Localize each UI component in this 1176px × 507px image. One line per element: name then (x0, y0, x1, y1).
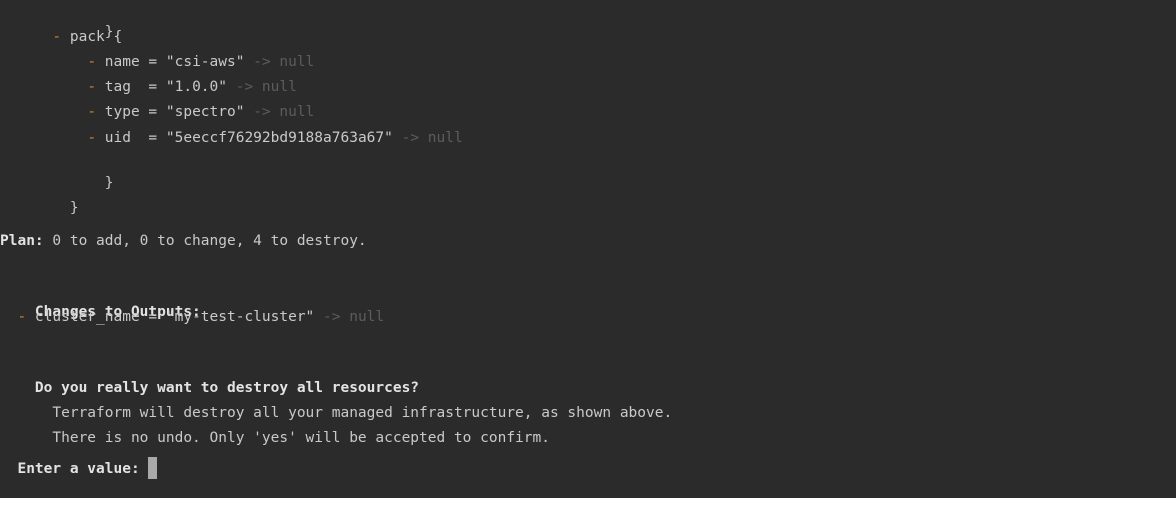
info-text: There is no undo. Only 'yes' will be acc… (34, 430, 550, 446)
terminal-window[interactable]: } - pack { - name = "csi-aws" -> null - … (0, 0, 1176, 498)
line-text: cluster_name = "my-test-cluster" (26, 309, 315, 325)
code-line: } (0, 153, 114, 191)
null-arrow: -> null (244, 54, 315, 70)
minus-marker: - (87, 130, 97, 146)
destroy-question: Do you really want to destroy all resour… (0, 358, 419, 396)
plan-summary: Plan: 0 to add, 0 to change, 4 to destro… (0, 231, 367, 251)
minus-marker: - (52, 29, 62, 45)
line-text: } (34, 200, 79, 216)
null-arrow: -> null (392, 130, 463, 146)
plan-label: Plan: (0, 233, 44, 249)
code-line: - uid = "5eeccf76292bd9188a763a67" -> nu… (0, 128, 463, 148)
info-line: There is no undo. Only 'yes' will be acc… (0, 408, 550, 446)
null-arrow: -> null (227, 79, 297, 95)
line-text: tag = "1.0.0" (96, 79, 227, 95)
code-line: - name = "csi-aws" -> null (0, 52, 314, 72)
minus-marker: - (87, 79, 97, 95)
null-arrow: -> null (244, 104, 315, 120)
output-line: - cluster_name = "my-test-cluster" -> nu… (0, 307, 384, 327)
minus-marker: - (17, 309, 27, 325)
code-line: - pack { (0, 27, 122, 47)
info-line: Terraform will destroy all your managed … (0, 383, 672, 421)
code-line: } (0, 178, 79, 216)
null-arrow: -> null (314, 309, 385, 325)
minus-marker: - (87, 104, 97, 120)
line-text: type = "spectro" (96, 104, 245, 120)
line-text: name = "csi-aws" (96, 54, 245, 70)
code-line: - tag = "1.0.0" -> null (0, 77, 297, 97)
code-line: } (0, 2, 114, 40)
line-text: pack { (61, 29, 123, 45)
prompt-label: Enter a value: (17, 461, 140, 477)
value-prompt[interactable]: Enter a value: (0, 456, 158, 479)
code-line: - type = "spectro" -> null (0, 102, 314, 122)
outputs-header: Changes to Outputs: (0, 282, 201, 320)
text-cursor (148, 456, 158, 479)
minus-marker: - (87, 54, 97, 70)
plan-text: 0 to add, 0 to change, 4 to destroy. (43, 233, 367, 249)
line-text: uid = "5eeccf76292bd9188a763a67" (96, 130, 393, 146)
